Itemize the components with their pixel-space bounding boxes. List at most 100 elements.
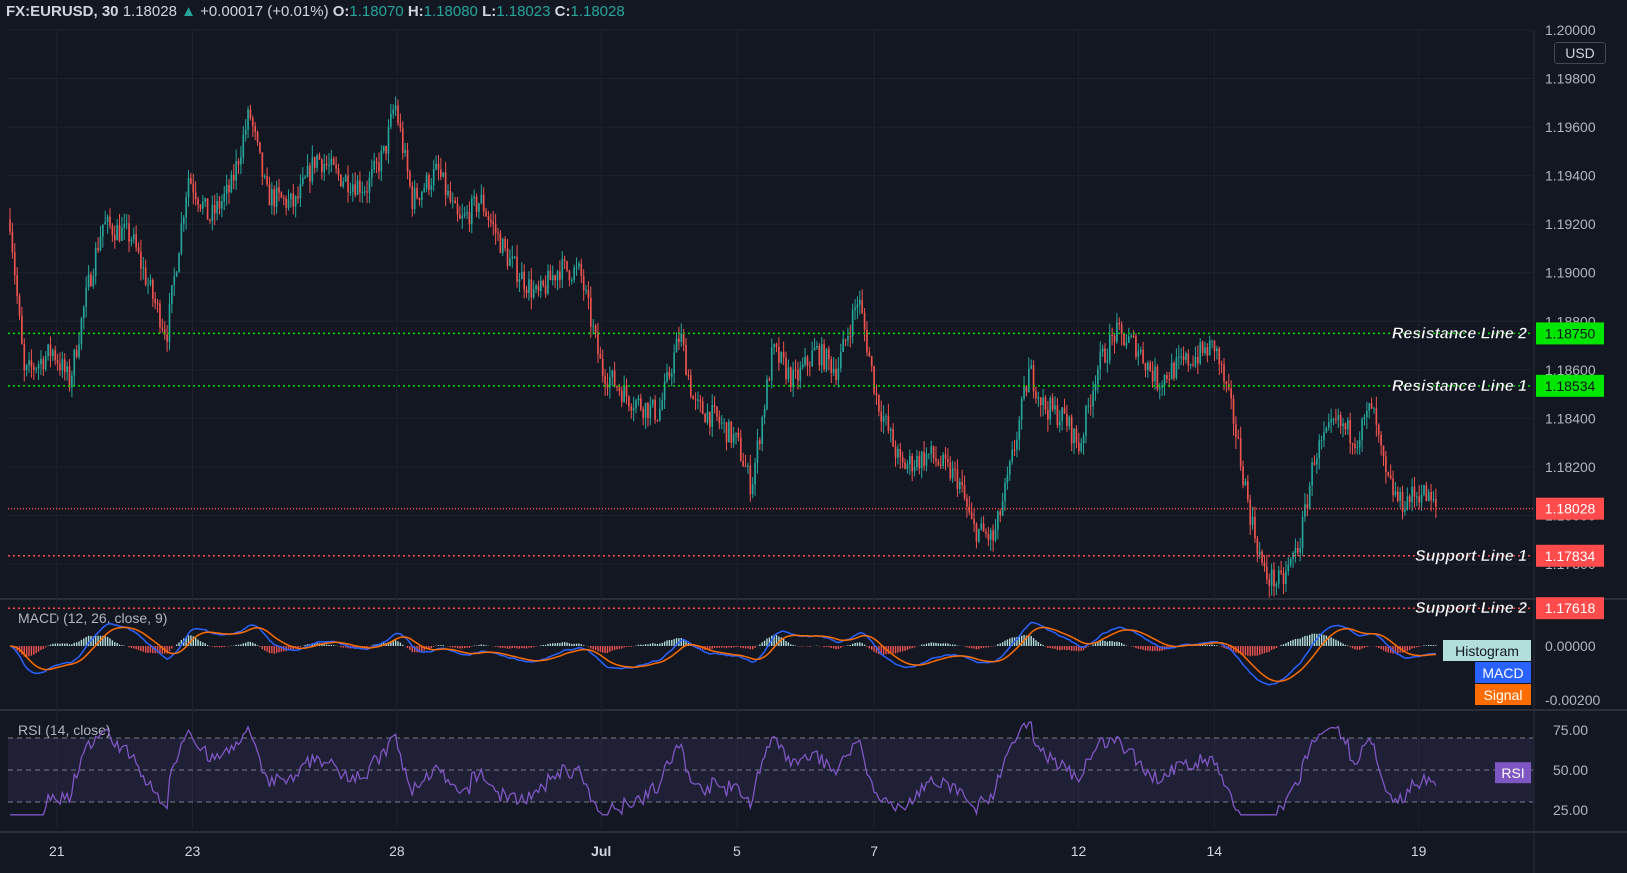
candle-body <box>601 358 604 376</box>
candle-body <box>773 344 775 348</box>
time-tick-label: 7 <box>870 843 878 859</box>
candle-body <box>718 416 721 424</box>
candle-body <box>378 162 380 172</box>
candle-body <box>1435 499 1437 507</box>
candle-body <box>294 196 297 207</box>
candle-body <box>132 234 135 240</box>
candle-body <box>1244 481 1247 486</box>
candle-body <box>316 155 318 168</box>
candle-body <box>121 227 123 241</box>
candle-body <box>68 366 71 388</box>
candle-body <box>1225 381 1228 385</box>
candle-body <box>1030 365 1033 369</box>
candle-body <box>78 344 80 357</box>
candle-body <box>663 381 666 401</box>
candle-body <box>318 155 321 160</box>
candle-body <box>1425 485 1428 502</box>
candle-body <box>1273 569 1275 587</box>
price-tick-label: 1.20000 <box>1545 22 1596 38</box>
rsi-tick-label: 25.00 <box>1553 802 1588 818</box>
candle-body <box>111 225 114 236</box>
candle-body <box>451 200 454 202</box>
candle-body <box>635 400 637 409</box>
candle-body <box>1204 347 1206 353</box>
candle-body <box>811 350 814 366</box>
candle-body <box>125 223 128 225</box>
candle-body <box>844 339 847 341</box>
candle-body <box>130 239 133 242</box>
candle-body <box>351 184 354 192</box>
candle-body <box>849 336 852 338</box>
candle-body <box>380 150 383 172</box>
candle-body <box>973 518 975 524</box>
candle-body <box>892 429 894 447</box>
candle-body <box>337 168 340 175</box>
price-chart[interactable]: 1.20000 1.19800 1.19600 1.19400 1.19200 1.190… <box>0 0 1627 873</box>
candle-body <box>71 375 73 388</box>
candle-body <box>28 360 30 366</box>
candle-body <box>323 163 326 173</box>
candle-body <box>954 468 956 470</box>
candle-body <box>1258 551 1261 555</box>
candle-body <box>409 171 411 186</box>
candle-body <box>1335 419 1337 421</box>
candle-body <box>347 175 349 193</box>
candle-body <box>487 216 490 220</box>
candle-body <box>140 251 142 269</box>
candle-body <box>863 313 866 331</box>
candle-body <box>961 481 964 486</box>
candle-body <box>506 248 509 267</box>
candle-body <box>297 196 299 199</box>
candle-body <box>1080 443 1083 452</box>
candle-body <box>80 318 83 345</box>
candle-body <box>428 175 430 190</box>
candle-body <box>594 325 597 333</box>
candle-body <box>1054 405 1056 410</box>
candle-body <box>775 344 778 347</box>
candle-body <box>204 198 207 202</box>
candle-body <box>728 421 730 443</box>
candle-body <box>768 379 771 381</box>
candle-body <box>540 280 542 292</box>
candle-body <box>659 409 661 421</box>
candle-body <box>420 191 423 200</box>
candle-body <box>992 530 994 541</box>
candle-body <box>1408 496 1411 503</box>
candle-body <box>899 448 902 458</box>
candle-body <box>1201 342 1204 353</box>
candle-body <box>782 351 785 358</box>
candle-body <box>778 346 780 363</box>
candle-body <box>830 358 833 373</box>
candle-body <box>842 339 844 352</box>
candle-body <box>251 118 254 127</box>
candle-body <box>639 398 642 409</box>
candle-body <box>401 128 404 153</box>
price-tick-label: 1.19000 <box>1545 265 1596 281</box>
candle-body <box>704 413 706 423</box>
candle-body <box>106 216 109 222</box>
candle-body <box>385 145 387 154</box>
candle-body <box>870 356 873 367</box>
candle-body <box>818 345 821 366</box>
candle-body <box>851 309 854 337</box>
candle-body <box>344 175 347 182</box>
candle-body <box>1047 409 1049 420</box>
candle-body <box>175 272 178 277</box>
candle-body <box>1287 564 1290 572</box>
candle-body <box>1013 449 1016 451</box>
candle-body <box>311 156 314 182</box>
candle-body <box>390 113 392 127</box>
candle-body <box>678 338 680 342</box>
candle-body <box>1251 516 1254 525</box>
rsi-legend-label: RSI <box>1501 765 1524 781</box>
candle-body <box>1354 443 1356 449</box>
candle-body <box>416 187 418 198</box>
candle-body <box>911 455 914 472</box>
candle-body <box>1149 362 1152 371</box>
candle-body <box>916 455 918 467</box>
candle-body <box>542 280 545 286</box>
candle-body <box>425 175 428 189</box>
candle-body <box>1289 558 1292 565</box>
candle-body <box>30 360 33 367</box>
candle-body <box>42 359 45 370</box>
